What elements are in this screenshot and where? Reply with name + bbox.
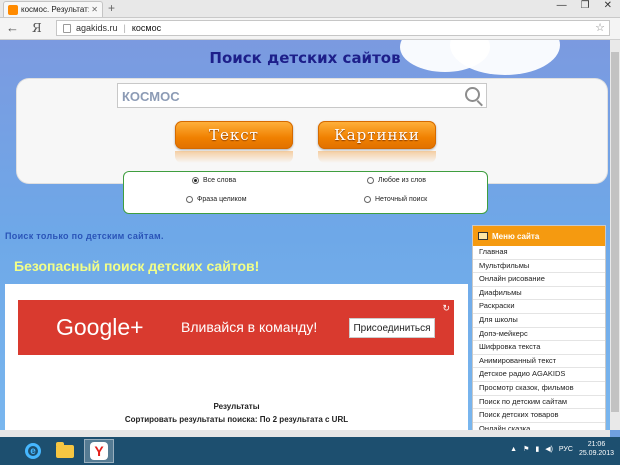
radio-icon[interactable] — [367, 177, 374, 184]
explorer-taskbar-button[interactable] — [50, 439, 80, 463]
taskbar: e Y ▲ ⚑ ▮ ◀) РУС 21:06 25.09.2013 — [0, 437, 620, 465]
option-all-words[interactable]: Все слова — [192, 177, 236, 184]
menu-item[interactable]: Допэ-мейкерс — [473, 328, 605, 342]
option-fuzzy[interactable]: Неточный поиск — [364, 196, 427, 203]
browser-tab[interactable]: космос. Результат: 1 ✕ — [3, 1, 103, 17]
folder-icon — [56, 441, 74, 458]
menu-item[interactable]: Главная — [473, 246, 605, 260]
back-button[interactable]: ← — [6, 20, 19, 35]
tab-bar: космос. Результат: 1 ✕ + — ❐ ✕ — [0, 0, 620, 18]
results-heading: Результаты — [213, 402, 260, 411]
banner-text: Вливайся в команду! — [181, 319, 318, 335]
menu-icon — [478, 232, 488, 240]
text-search-button[interactable]: Текст — [175, 121, 293, 149]
vertical-scrollbar[interactable] — [610, 40, 620, 430]
button-reflection — [318, 151, 436, 163]
menu-item[interactable]: Просмотр сказок, фильмов — [473, 382, 605, 396]
network-icon[interactable]: ▮ — [535, 445, 539, 453]
system-tray: ▲ ⚑ ▮ ◀) РУС 21:06 25.09.2013 — [510, 440, 614, 458]
radio-icon[interactable] — [364, 196, 371, 203]
safe-search-heading: Безопасный поиск детских сайтов! — [14, 258, 260, 274]
radio-icon[interactable] — [192, 177, 199, 184]
radio-icon[interactable] — [186, 196, 193, 203]
option-label: Все слова — [203, 177, 237, 184]
site-title: Поиск детских сайтов — [209, 49, 401, 67]
menu-item[interactable]: Онлайн рисование — [473, 273, 605, 287]
menu-item[interactable]: Диафильмы — [473, 287, 605, 301]
menu-item[interactable]: Мультфильмы — [473, 260, 605, 274]
lock-icon — [63, 23, 71, 33]
search-icon[interactable] — [465, 87, 480, 102]
option-label: Неточный поиск — [375, 196, 428, 203]
horizontal-scrollbar[interactable] — [0, 430, 610, 437]
option-exact-phrase[interactable]: Фраза целиком — [186, 196, 247, 203]
close-window-button[interactable]: ✕ — [604, 0, 612, 11]
yandex-browser-icon: Y — [90, 442, 108, 460]
menu-header: Меню сайта — [473, 226, 605, 246]
address-bar: ← Я agakids.ru | космос ☆ — [0, 18, 620, 40]
menu-item[interactable]: Детское радио AGAKIDS — [473, 368, 605, 382]
yandex-home-button[interactable]: Я — [32, 21, 42, 35]
url-query: космос — [131, 23, 162, 33]
menu-item[interactable]: Поиск по детским сайтам — [473, 396, 605, 410]
option-any-word[interactable]: Любое из слов — [367, 177, 426, 184]
image-search-button[interactable]: Картинки — [318, 121, 436, 149]
flag-icon[interactable]: ⚑ — [523, 445, 529, 453]
search-field[interactable] — [117, 83, 487, 108]
clock-time: 21:06 — [587, 441, 606, 448]
results-sort-text: Сортировать результаты поиска: По 2 резу… — [124, 415, 349, 424]
google-plus-banner[interactable]: Google+ Вливайся в команду! Присоединить… — [18, 300, 454, 355]
search-options: Все слова Любое из слов Фраза целиком Не… — [123, 171, 488, 214]
google-plus-logo: Google+ — [56, 314, 144, 340]
menu-item[interactable]: Онлайн сказка — [473, 423, 605, 430]
only-kids-note: Поиск только по детским сайтам. — [5, 231, 164, 241]
menu-list: Главная Мультфильмы Онлайн рисование Диафил… — [473, 246, 605, 430]
menu-item[interactable]: Анимированный текст — [473, 355, 605, 369]
new-tab-button[interactable]: + — [108, 1, 115, 15]
internet-explorer-icon: e — [25, 443, 41, 459]
menu-item[interactable]: Для школы — [473, 314, 605, 328]
menu-item[interactable]: Поиск детских товаров — [473, 409, 605, 423]
url-separator: | — [123, 23, 126, 33]
clock[interactable]: 21:06 25.09.2013 — [579, 440, 614, 458]
url-domain: agakids.ru — [76, 23, 118, 33]
yandex-taskbar-button[interactable]: Y — [84, 439, 114, 463]
option-label: Любое из слов — [378, 177, 426, 184]
option-label: Фраза целиком — [197, 196, 247, 203]
scroll-thumb[interactable] — [611, 52, 619, 412]
close-tab-icon[interactable]: ✕ — [91, 5, 98, 14]
search-panel: Текст Картинки — [17, 79, 607, 183]
join-button[interactable]: Присоединиться — [349, 318, 435, 338]
results-area: Google+ Вливайся в команду! Присоединить… — [5, 284, 468, 430]
favicon-icon — [8, 4, 18, 15]
page-content: Поиск детских сайтов Текст Картинки Все … — [0, 40, 610, 430]
button-reflection — [175, 151, 293, 163]
minimize-button[interactable]: — — [557, 0, 567, 11]
maximize-button[interactable]: ❐ — [581, 0, 590, 11]
menu-title: Меню сайта — [492, 231, 540, 241]
search-input[interactable] — [118, 84, 454, 108]
url-field[interactable]: agakids.ru | космос ☆ — [56, 20, 610, 36]
tab-title: космос. Результат: 1 — [21, 5, 90, 14]
site-menu: Меню сайта Главная Мультфильмы Онлайн рисо… — [472, 225, 606, 430]
tray-arrow-icon[interactable]: ▲ — [510, 446, 517, 453]
menu-item[interactable]: Шифровка текста — [473, 341, 605, 355]
bookmark-star-icon[interactable]: ☆ — [595, 21, 605, 34]
clock-date: 25.09.2013 — [578, 450, 614, 457]
ie-taskbar-button[interactable]: e — [18, 439, 48, 463]
window-controls: — ❐ ✕ — [557, 0, 612, 11]
refresh-icon[interactable]: ↻ — [442, 303, 450, 314]
language-indicator[interactable]: РУС — [559, 446, 573, 453]
volume-icon[interactable]: ◀) — [545, 445, 553, 453]
menu-item[interactable]: Раскраски — [473, 300, 605, 314]
